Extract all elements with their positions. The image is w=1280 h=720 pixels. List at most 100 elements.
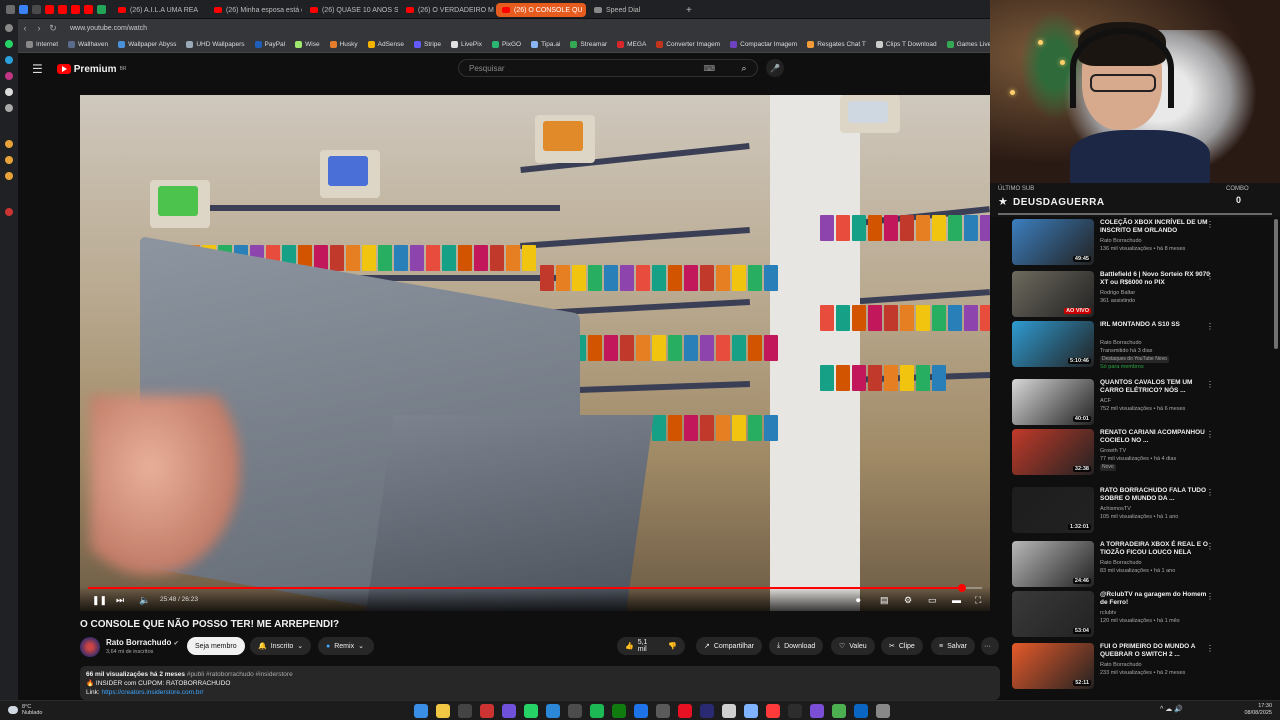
clock[interactable]: 17:30 08/08/2025 bbox=[1236, 703, 1272, 717]
video-thumbnail[interactable]: 53:04 bbox=[1012, 591, 1094, 637]
video-player[interactable] bbox=[80, 95, 990, 611]
bookmark-item[interactable]: Games Live bbox=[946, 41, 991, 48]
telegram-app-icon[interactable] bbox=[546, 704, 560, 718]
tab-active[interactable]: (26) O CONSOLE QU bbox=[496, 3, 586, 17]
save-button[interactable]: ≡ Salvar bbox=[931, 637, 975, 655]
more-options-icon[interactable]: ⋮ bbox=[1206, 272, 1214, 281]
instagram-icon[interactable] bbox=[5, 72, 13, 80]
whatsapp-icon[interactable] bbox=[5, 40, 13, 48]
record-icon[interactable] bbox=[5, 208, 13, 216]
menu-icon[interactable]: ☰ bbox=[32, 62, 43, 76]
video-thumbnail[interactable]: 5:10:46 bbox=[1012, 321, 1094, 367]
join-button[interactable]: Seja membro bbox=[187, 637, 245, 655]
video-thumbnail[interactable]: 1:32:01 bbox=[1012, 487, 1094, 533]
bookmark-item[interactable]: Wallpaper Abyss bbox=[118, 41, 176, 48]
window-icon[interactable] bbox=[6, 4, 15, 14]
bookmark-item[interactable]: Compactar Imagem bbox=[730, 41, 797, 48]
progress-bar[interactable] bbox=[88, 584, 982, 592]
bookmark-item[interactable]: Wallhaven bbox=[68, 41, 108, 48]
search-button[interactable]: ⌕ bbox=[731, 59, 757, 77]
clip-button[interactable]: ✂ Clipe bbox=[881, 637, 923, 655]
bookmark-item[interactable]: PixGO bbox=[491, 41, 521, 48]
share-button[interactable]: ↗ Compartilhar bbox=[696, 637, 762, 655]
related-video-item[interactable]: 24:46 A TORRADEIRA XBOX É REAL E O TIOZÃO… bbox=[1012, 541, 1222, 593]
steam-icon[interactable] bbox=[568, 704, 582, 718]
reload-icon[interactable]: ↻ bbox=[46, 23, 60, 34]
description-box[interactable]: 66 mil visualizações há 2 meses #publi #… bbox=[80, 666, 1000, 700]
bookmark-item[interactable]: Streamar bbox=[570, 41, 607, 48]
related-video-item[interactable]: 5:10:46 IRL MONTANDO A S10 SS Rato Borrach… bbox=[1012, 321, 1222, 373]
related-video-channel[interactable]: rclubtv bbox=[1100, 610, 1210, 617]
volume-icon[interactable]: 🔈 bbox=[139, 595, 150, 606]
description-tags[interactable]: #publi #ratoborrachudo #insiderstore bbox=[187, 671, 293, 678]
youtube-logo[interactable]: Premium BR bbox=[56, 64, 127, 75]
next-icon[interactable]: ⏭ bbox=[116, 595, 124, 606]
more-options-icon[interactable]: ⋮ bbox=[1206, 380, 1214, 389]
related-video-item[interactable]: 32:38 RENATO CARIANI ACOMPANHOU COCIELO N… bbox=[1012, 429, 1222, 481]
subscribed-button[interactable]: 🔔 Inscrito ⌄ bbox=[250, 637, 312, 655]
channel-avatar[interactable] bbox=[80, 637, 100, 657]
related-video-item[interactable]: 40:01 QUANTOS CAVALOS TEM UM CARRO ELÉTRI… bbox=[1012, 379, 1222, 431]
related-video-title[interactable]: RENATO CARIANI ACOMPANHOU COCIELO NO ... bbox=[1100, 429, 1210, 445]
fullscreen-icon[interactable]: ⛶ bbox=[975, 595, 981, 606]
related-video-title[interactable]: A TORRADEIRA XBOX É REAL E O TIOZÃO FICO… bbox=[1100, 541, 1210, 557]
channel-name[interactable]: Rato Borrachudo ✔ bbox=[106, 638, 179, 647]
more-options-icon[interactable]: ⋮ bbox=[1206, 430, 1214, 439]
youtube-pinned-icon[interactable] bbox=[45, 4, 54, 14]
related-video-item[interactable]: 49:45 COLEÇÃO XBOX INCRÍVEL DE UM INSCRIT… bbox=[1012, 219, 1222, 271]
history-icon[interactable] bbox=[5, 140, 13, 148]
related-video-channel[interactable]: Rato Borrachudo bbox=[1100, 340, 1210, 347]
more-options-icon[interactable]: ⋮ bbox=[1206, 322, 1214, 331]
more-actions-button[interactable]: ··· bbox=[981, 637, 999, 655]
related-video-channel[interactable]: AchismosTV bbox=[1100, 506, 1210, 513]
discord-icon[interactable] bbox=[502, 704, 516, 718]
tab[interactable]: (26) QUASE 10 ANOS SE bbox=[304, 3, 398, 17]
related-video-title[interactable]: RATO BORRACHUDO FALA TUDO SOBRE O MUNDO … bbox=[1100, 487, 1210, 503]
whatsapp-app-icon[interactable] bbox=[524, 704, 538, 718]
settings-app-icon[interactable] bbox=[876, 704, 890, 718]
telegram-icon[interactable] bbox=[5, 56, 13, 64]
related-video-channel[interactable]: Rato Borrachudo bbox=[1100, 560, 1210, 567]
app-icon[interactable] bbox=[744, 704, 758, 718]
tab[interactable]: (26) O VERDADEIRO MO bbox=[400, 3, 494, 17]
x-icon[interactable] bbox=[5, 104, 13, 112]
file-explorer-icon[interactable] bbox=[436, 704, 450, 718]
bookmark-item[interactable]: Tipa.ai bbox=[531, 41, 560, 48]
settings-gear-icon[interactable]: ⚙ bbox=[904, 595, 912, 606]
bookmark-item[interactable]: Resgates Chat T bbox=[807, 41, 866, 48]
related-video-item[interactable]: 1:32:01 RATO BORRACHUDO FALA TUDO SOBRE O… bbox=[1012, 487, 1222, 539]
pinned-tab-icon[interactable] bbox=[32, 4, 41, 14]
related-video-item[interactable]: AO VIVO Battlefield 6 | Novo Sorteio RX 9… bbox=[1012, 271, 1222, 323]
system-tray[interactable]: ^ ☁ 🔊 bbox=[1160, 705, 1183, 713]
bookmark-item[interactable]: AdSense bbox=[367, 41, 404, 48]
browser-icon[interactable] bbox=[19, 4, 28, 14]
app-icon[interactable] bbox=[854, 704, 868, 718]
download-button[interactable]: ⤓ Download bbox=[769, 637, 824, 655]
related-video-title[interactable]: FUI O PRIMEIRO DO MUNDO A QUEBRAR O SWIT… bbox=[1100, 643, 1210, 659]
like-button[interactable]: 👍 5,1 mil 👎 bbox=[617, 637, 685, 655]
video-thumbnail[interactable]: 24:46 bbox=[1012, 541, 1094, 587]
media-icon[interactable] bbox=[766, 704, 780, 718]
related-video-title[interactable]: Battlefield 6 | Novo Sorteio RX 9070 XT … bbox=[1100, 271, 1210, 287]
progress-knob[interactable] bbox=[958, 584, 967, 592]
miniplayer-icon[interactable]: ▭ bbox=[928, 595, 937, 606]
edge-icon[interactable] bbox=[634, 704, 648, 718]
terminal-icon[interactable] bbox=[458, 704, 472, 718]
app-icon[interactable] bbox=[788, 704, 802, 718]
app-icon[interactable] bbox=[678, 704, 692, 718]
bookmark-item[interactable]: LivePix bbox=[451, 41, 482, 48]
remix-button[interactable]: ● Remix ⌄ bbox=[318, 637, 374, 655]
bookmark-item[interactable]: PayPal bbox=[254, 41, 285, 48]
more-options-icon[interactable]: ⋮ bbox=[1206, 220, 1214, 229]
voice-search-button[interactable]: 🎤 bbox=[766, 59, 784, 77]
search-input[interactable]: Pesquisar ⌨ bbox=[458, 59, 758, 77]
tab[interactable]: (26) Minha esposa está c bbox=[208, 3, 302, 17]
description-link[interactable]: https://creators.insiderstore.com.br/ bbox=[102, 689, 204, 696]
youtube-pinned-icon[interactable] bbox=[71, 4, 80, 14]
browser-app-icon[interactable] bbox=[480, 704, 494, 718]
app-icon[interactable] bbox=[656, 704, 670, 718]
related-video-channel[interactable]: Rato Borrachudo bbox=[1100, 238, 1210, 245]
tab[interactable]: Speed Dial bbox=[588, 3, 682, 17]
video-thumbnail[interactable]: 32:38 bbox=[1012, 429, 1094, 475]
bookmark-item[interactable]: Husky bbox=[329, 41, 358, 48]
